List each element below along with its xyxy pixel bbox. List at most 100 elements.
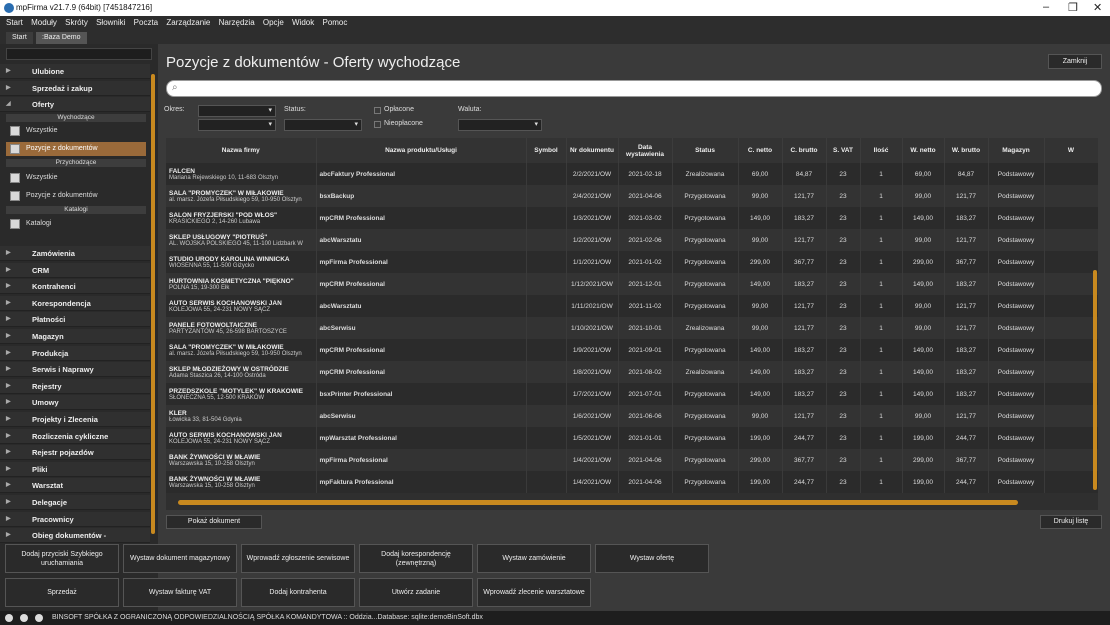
sidebar-section[interactable]: ▶ Rozliczenia cykliczne: [0, 428, 150, 444]
column-header[interactable]: Nr dokumentu: [566, 138, 619, 163]
sidebar-section[interactable]: ▶ Serwis i Naprawy: [0, 362, 150, 378]
sidebar-section[interactable]: ▶ Projekty i Zlecenia: [0, 412, 150, 427]
quick-launch-button[interactable]: Wystaw ofertę: [595, 544, 709, 573]
sidebar-section-ulubione[interactable]: ▶ Ulubione: [0, 64, 150, 79]
table-row[interactable]: KLER Łowicka 33, 81-504 Gdynia abcSerwisu 1…: [166, 405, 1098, 427]
quick-launch-button[interactable]: Wystaw fakturę VAT: [123, 578, 237, 607]
close-icon[interactable]: ✕: [1093, 1, 1102, 14]
sidebar-section[interactable]: ▶ Zamówienia: [0, 246, 150, 261]
quick-launch-button[interactable]: Dodaj korespondencję (zewnętrzną): [359, 544, 473, 573]
sidebar-section[interactable]: ▶ Płatności: [0, 312, 150, 328]
quick-launch-button[interactable]: Sprzedaż: [5, 578, 119, 607]
table-row[interactable]: BANK ŻYWNOŚCI W MŁAWIE Warszawska 15, 10-…: [166, 449, 1098, 471]
sidebar-section[interactable]: ▶ Warsztat: [0, 478, 150, 494]
sidebar-search-input[interactable]: [6, 48, 152, 60]
quick-launch-button[interactable]: Dodaj przyciski Szybkiego uruchamiania: [5, 544, 119, 573]
column-header[interactable]: W. netto: [902, 138, 945, 163]
okres-select[interactable]: ▾: [198, 105, 276, 117]
sidebar-section[interactable]: ▶ Delegacje: [0, 495, 150, 510]
nieoplacone-checkbox[interactable]: [374, 121, 381, 128]
sidebar-section[interactable]: ▶Obieg dokumentów - Księgowość: [0, 528, 150, 555]
tab-start[interactable]: Start: [6, 32, 33, 44]
menu-item-narzedzia[interactable]: Narzędzia: [219, 16, 255, 30]
menu-item-pomoc[interactable]: Pomoc: [322, 16, 347, 30]
table-row[interactable]: STUDIO URODY KAROLINA WINNICKA WIOSENNA 5…: [166, 251, 1098, 273]
column-header[interactable]: C. brutto: [782, 138, 827, 163]
table-row[interactable]: AUTO SERWIS KOCHANOWSKI JAN KOLEJOWA 55, …: [166, 295, 1098, 317]
quick-launch-button[interactable]: Dodaj kontrahenta: [241, 578, 355, 607]
menu-item-slowniki[interactable]: Słowniki: [96, 16, 125, 30]
sidebar-section[interactable]: ▶ CRM: [0, 262, 150, 278]
menu-item-poczta[interactable]: Poczta: [134, 16, 158, 30]
table-cell: [1044, 383, 1098, 405]
sidebar-section-sprzedaz[interactable]: ▶ Sprzedaż i zakup: [0, 81, 150, 96]
close-button[interactable]: Zamknij: [1048, 54, 1102, 69]
drukuj-liste-button[interactable]: Drukuj listę: [1040, 515, 1102, 529]
sidebar-item-pozycje-wychodzace[interactable]: Pozycje z dokumentów: [6, 142, 146, 156]
waluta-label: Waluta:: [458, 106, 482, 113]
table-row[interactable]: SKLEP USŁUGOWY "PIOTRUŚ" AL. WOJSKA POLSK…: [166, 229, 1098, 251]
tab-baza-demo[interactable]: :Baza Demo: [36, 32, 87, 44]
menu-item-opcje[interactable]: Opcje: [263, 16, 284, 30]
quick-launch-button[interactable]: Wprowadź zgłoszenie serwisowe: [241, 544, 355, 573]
table-row[interactable]: AUTO SERWIS KOCHANOWSKI JAN KOLEJOWA 55, …: [166, 427, 1098, 449]
column-header[interactable]: Ilość: [860, 138, 903, 163]
table-row[interactable]: SALA "PROMYCZEK" W MIŁAKOWIE al. marsz. J…: [166, 339, 1098, 361]
menu-item-widok[interactable]: Widok: [292, 16, 314, 30]
menu-item-start[interactable]: Start: [6, 16, 23, 30]
vertical-scrollbar[interactable]: [1093, 270, 1097, 490]
table-cell: 149,00: [902, 361, 945, 383]
table-row[interactable]: SKLEP MŁODZIEŻOWY W OSTRÓDZIE Adama Stasz…: [166, 361, 1098, 383]
sidebar-section[interactable]: ▶ Rejestry: [0, 378, 150, 394]
table-row[interactable]: SALON FRYZJERSKI "POD WŁOS" KRASICKIEGO 2…: [166, 207, 1098, 229]
sidebar-section[interactable]: ▶ Kontrahenci: [0, 279, 150, 295]
table-row[interactable]: FALCEN Mariana Rejewskiego 10, 11-683 Ols…: [166, 163, 1098, 185]
table-row[interactable]: BANK ŻYWNOŚCI W MŁAWIE Warszawska 15, 10-…: [166, 471, 1098, 493]
column-header[interactable]: Status: [672, 138, 739, 163]
sidebar-item-katalogi[interactable]: Katalogi: [6, 217, 146, 231]
sidebar-section[interactable]: ▶ Umowy: [0, 395, 150, 411]
column-header[interactable]: Symbol: [526, 138, 567, 163]
sidebar-item-pozycje-przychodzace[interactable]: Pozycje z dokumentów: [6, 189, 146, 203]
quick-launch-button[interactable]: Utwórz zadanie: [359, 578, 473, 607]
column-header[interactable]: Data wystawienia: [618, 138, 673, 163]
minimize-icon[interactable]: –: [1043, 1, 1049, 13]
sidebar-section[interactable]: ▶ Rejestr pojazdów: [0, 445, 150, 461]
column-header[interactable]: W: [1044, 138, 1098, 163]
column-header[interactable]: W. brutto: [944, 138, 989, 163]
column-header[interactable]: Nazwa firmy: [166, 138, 317, 163]
sidebar-section[interactable]: ▶ Magazyn: [0, 329, 150, 344]
menu-item-skroty[interactable]: Skróty: [65, 16, 88, 30]
maximize-icon[interactable]: ❐: [1068, 1, 1078, 14]
table-cell: 99,00: [902, 295, 945, 317]
status-select[interactable]: ▾: [284, 119, 362, 131]
menu-item-zarzadzanie[interactable]: Zarządzanie: [166, 16, 210, 30]
table-row[interactable]: PRZEDSZKOLE "MOTYLEK" W KRAKOWIE SŁONECZN…: [166, 383, 1098, 405]
sidebar-section[interactable]: ▶ Pracownicy: [0, 511, 150, 527]
table-cell: Podstawowy: [988, 185, 1045, 207]
sidebar-item-wszystkie-wychodzace[interactable]: Wszystkie: [6, 124, 146, 138]
column-header[interactable]: S. VAT: [826, 138, 861, 163]
sidebar-section[interactable]: ▶ Korespondencja: [0, 295, 150, 311]
table-row[interactable]: SALA "PROMYCZEK" W MIŁAKOWIE al. marsz. J…: [166, 185, 1098, 207]
column-header[interactable]: C. netto: [738, 138, 783, 163]
table-row[interactable]: HURTOWNIA KOSMETYCZNA "PIĘKNO" POLNA 15, …: [166, 273, 1098, 295]
oplacone-checkbox[interactable]: [374, 107, 381, 114]
sidebar-section[interactable]: ▶ Pliki: [0, 461, 150, 477]
column-header[interactable]: Magazyn: [988, 138, 1045, 163]
sidebar-item-wszystkie-przychodzace[interactable]: Wszystkie: [6, 171, 146, 185]
quick-launch-button[interactable]: Wprowadź zlecenie warsztatowe: [477, 578, 591, 607]
sidebar-section-oferty[interactable]: ◢ Oferty: [0, 97, 150, 112]
menu-item-moduly[interactable]: Moduły: [31, 16, 57, 30]
pokaz-dokument-button[interactable]: Pokaż dokument: [166, 515, 262, 529]
quick-launch-button[interactable]: Wystaw zamówienie: [477, 544, 591, 573]
sidebar-scrollbar[interactable]: [151, 74, 155, 534]
table-row[interactable]: PANELE FOTOWOLTAICZNE PARTYZANTÓW 45, 26-…: [166, 317, 1098, 339]
search-input[interactable]: ⌕: [166, 80, 1102, 97]
horizontal-scrollbar[interactable]: [178, 500, 1018, 505]
column-header[interactable]: Nazwa produktu/Usługi: [316, 138, 527, 163]
quick-launch-button[interactable]: Wystaw dokument magazynowy: [123, 544, 237, 573]
okres-select-2[interactable]: ▾: [198, 119, 276, 131]
sidebar-section[interactable]: ▶ Produkcja: [0, 345, 150, 361]
waluta-select[interactable]: ▾: [458, 119, 542, 131]
